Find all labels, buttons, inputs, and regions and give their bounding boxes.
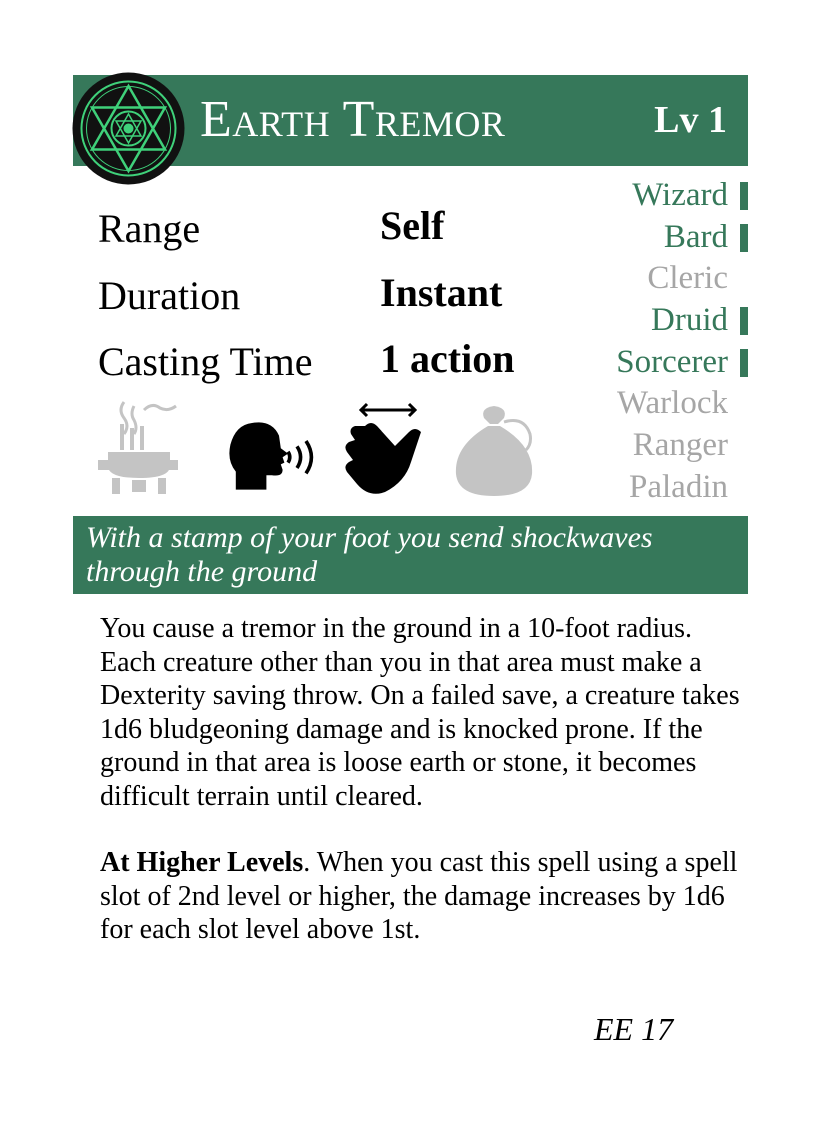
class-name: Wizard <box>632 177 728 213</box>
class-name: Cleric <box>647 260 728 297</box>
higher-levels-label: At Higher Levels <box>100 847 304 878</box>
class-name: Bard <box>663 218 728 255</box>
pouch-icon <box>455 406 533 496</box>
class-item-bard: Bard <box>528 217 748 259</box>
class-name: Druid <box>651 302 728 339</box>
class-name: Ranger <box>632 427 728 464</box>
speaking-head-icon <box>229 422 314 490</box>
source-reference: EE 17 <box>594 1011 674 1047</box>
class-list: Wizard Bard Cleric Druid Sorcerer Warloc… <box>528 175 748 509</box>
spell-level: Lv 1 <box>654 99 727 141</box>
description-body: You cause a tremor in the ground in a 10… <box>100 613 740 812</box>
class-indicator <box>740 181 748 210</box>
class-item-paladin: Paladin <box>528 467 748 509</box>
incense-burner-icon <box>98 401 178 494</box>
spell-title: Earth Tremor <box>200 91 506 148</box>
higher-levels-paragraph: At Higher Levels. When you cast this spe… <box>100 846 740 947</box>
class-indicator <box>740 223 748 252</box>
casting-time-value: 1 action <box>380 336 515 381</box>
class-indicator <box>740 390 748 418</box>
class-name: Paladin <box>629 468 728 505</box>
class-indicator <box>740 306 748 335</box>
class-indicator <box>740 474 748 502</box>
class-indicator <box>740 432 748 460</box>
range-label: Range <box>98 206 201 251</box>
hexagram-emblem-icon <box>72 72 185 185</box>
class-name: Warlock <box>617 385 728 422</box>
class-item-ranger: Ranger <box>528 425 748 467</box>
snapping-hand-icon <box>345 402 421 494</box>
class-indicator <box>740 348 748 377</box>
spell-description: You cause a tremor in the ground in a 10… <box>100 612 740 947</box>
flavor-text: With a stamp of your foot you send shock… <box>86 521 653 588</box>
casting-time-label: Casting Time <box>98 339 313 384</box>
class-item-druid: Druid <box>528 300 748 342</box>
range-value: Self <box>380 203 445 248</box>
class-item-warlock: Warlock <box>528 383 748 425</box>
duration-value: Instant <box>380 270 503 315</box>
class-item-wizard: Wizard <box>528 175 748 217</box>
class-item-cleric: Cleric <box>528 258 748 300</box>
class-item-sorcerer: Sorcerer <box>528 342 748 384</box>
class-name: Sorcerer <box>616 343 728 380</box>
class-indicator <box>740 265 748 293</box>
duration-label: Duration <box>98 273 241 318</box>
